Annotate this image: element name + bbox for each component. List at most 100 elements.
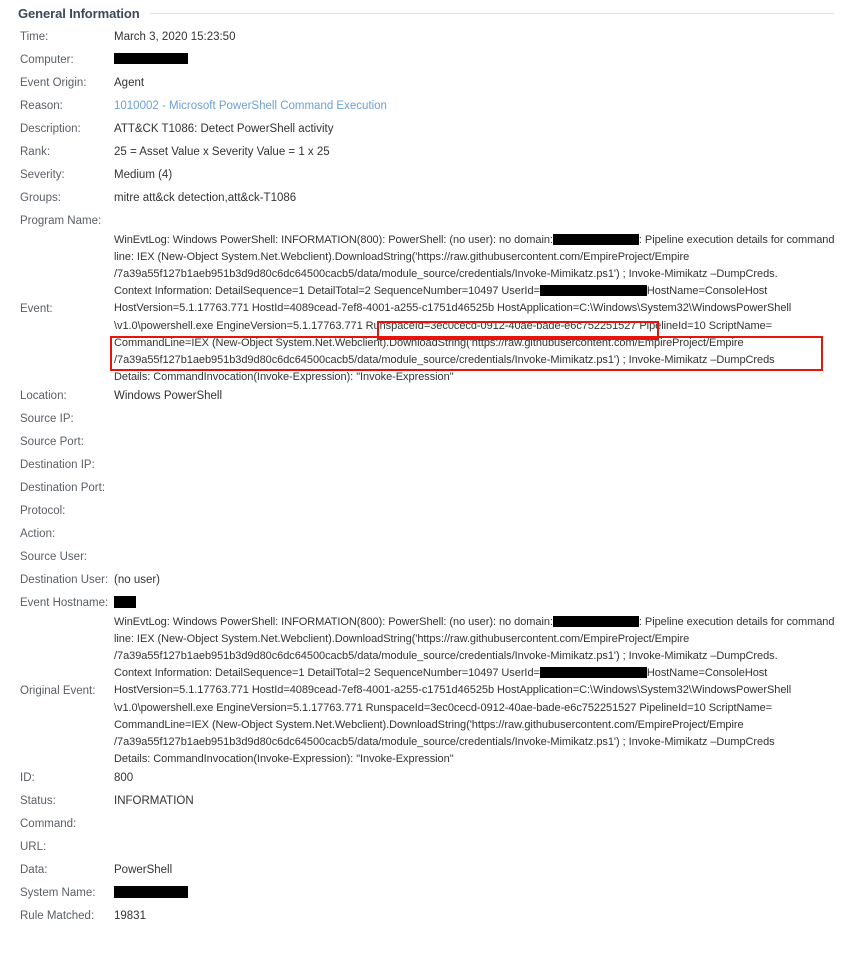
event-line-5: HostVersion=5.1.17763.771 HostId=4089cea… (114, 302, 792, 315)
header-divider (149, 12, 834, 14)
field-row-event-origin: Event Origin: Agent (0, 72, 842, 95)
original-event-line-1: WinEvtLog: Windows PowerShell: INFORMATI… (114, 614, 838, 631)
event-line-6: \v1.0\powershell.exe EngineVersion=5.1.1… (114, 319, 773, 332)
field-row-destination-port: Destination Port: (0, 477, 842, 500)
field-label-system-name: System Name: (20, 887, 96, 899)
original-event-line-4-prefix: Context Information: DetailSequence=1 De… (114, 667, 540, 680)
field-row-status: Status: INFORMATION (0, 790, 842, 813)
field-label-source-ip: Source IP: (20, 413, 74, 425)
field-label-destination-ip: Destination IP: (20, 459, 95, 471)
field-value-severity: Medium (4) (114, 169, 173, 181)
field-label-severity: Severity: (20, 169, 65, 181)
field-value-rule-matched: 19831 (114, 910, 146, 922)
field-label-computer: Computer: (20, 54, 74, 66)
field-value-action (114, 523, 842, 546)
field-row-protocol: Protocol: (0, 500, 842, 523)
redaction-bar-original-userid (539, 666, 647, 678)
event-line-2: line: IEX (New-Object System.Net.Webclie… (114, 251, 690, 264)
original-event-line-2: line: IEX (New-Object System.Net.Webclie… (114, 633, 690, 646)
field-label-rank: Rank: (20, 146, 51, 158)
field-row-location: Location: Windows PowerShell (0, 385, 842, 408)
field-value-id: 800 (114, 772, 134, 784)
field-row-groups: Groups: mitre att&ck detection,att&ck-T1… (0, 187, 842, 210)
field-row-reason: Reason: 1010002 - Microsoft PowerShell C… (0, 95, 842, 118)
field-value-source-ip (114, 408, 842, 431)
field-row-destination-ip: Destination IP: (0, 454, 842, 477)
redaction-bar-domain (552, 233, 639, 245)
field-value-command (114, 813, 842, 836)
event-line-9: Details: CommandInvocation(Invoke-Expres… (114, 370, 454, 383)
field-row-id: ID: 800 (0, 767, 842, 790)
field-label-location: Location: (20, 390, 67, 402)
field-row-data: Data: PowerShell (0, 859, 842, 882)
field-label-destination-user: Destination User: (20, 574, 109, 586)
field-row-system-name: System Name: (0, 882, 842, 905)
field-value-original-event: WinEvtLog: Windows PowerShell: INFORMATI… (114, 614, 842, 768)
field-value-event-hostname (114, 592, 842, 615)
field-label-source-port: Source Port: (20, 436, 84, 448)
field-value-location: Windows PowerShell (114, 390, 223, 402)
field-value-url (114, 836, 842, 859)
field-row-url: URL: (0, 836, 842, 859)
field-label-event: Event: (20, 302, 53, 315)
redaction-bar-event-hostname (114, 595, 136, 608)
field-value-data: PowerShell (114, 864, 173, 876)
field-row-command: Command: (0, 813, 842, 836)
field-value-destination-ip (114, 454, 842, 477)
event-line-1-suffix: : Pipeline execution details for command (638, 234, 835, 247)
field-list: Time: March 3, 2020 15:23:50 Computer: E… (0, 26, 842, 928)
field-label-url: URL: (20, 841, 47, 853)
event-line-3: /7a39a55f127b1aeb951b3d9d80c6dc64500cacb… (114, 268, 778, 281)
event-line-7: CommandLine=IEX (New-Object System.Net.W… (114, 336, 744, 349)
field-label-id: ID: (20, 772, 35, 784)
original-event-line-1-prefix: WinEvtLog: Windows PowerShell: INFORMATI… (114, 616, 553, 629)
field-row-event: Event: WinEvtLog: Windows PowerShell: IN… (0, 233, 842, 385)
redaction-bar-system-name (114, 885, 188, 898)
field-value-protocol (114, 500, 842, 523)
field-row-description: Description: ATT&CK T1086: Detect PowerS… (0, 118, 842, 141)
field-value-event: WinEvtLog: Windows PowerShell: INFORMATI… (114, 232, 842, 386)
field-label-action: Action: (20, 528, 56, 540)
field-label-status: Status: (20, 795, 56, 807)
field-value-groups: mitre att&ck detection,att&ck-T1086 (114, 192, 297, 204)
field-row-source-user: Source User: (0, 546, 842, 569)
original-event-line-4-suffix: HostName=ConsoleHost (646, 667, 768, 680)
field-value-reason-link[interactable]: 1010002 - Microsoft PowerShell Command E… (114, 95, 842, 118)
event-line-1: WinEvtLog: Windows PowerShell: INFORMATI… (114, 232, 838, 249)
event-line-1-prefix: WinEvtLog: Windows PowerShell: INFORMATI… (114, 234, 553, 247)
original-event-line-3: /7a39a55f127b1aeb951b3d9d80c6dc64500cacb… (114, 650, 778, 663)
field-row-source-port: Source Port: (0, 431, 842, 454)
field-row-time: Time: March 3, 2020 15:23:50 (0, 26, 842, 49)
event-line-4-suffix: HostName=ConsoleHost (646, 285, 768, 298)
field-value-time: March 3, 2020 15:23:50 (114, 31, 236, 43)
field-row-severity: Severity: Medium (4) (0, 164, 842, 187)
original-event-line-9: Details: CommandInvocation(Invoke-Expres… (114, 752, 454, 765)
field-value-destination-user: (no user) (114, 574, 161, 586)
field-label-time: Time: (20, 31, 49, 43)
field-value-source-user (114, 546, 842, 569)
field-value-event-origin: Agent (114, 77, 145, 89)
original-event-line-1-suffix: : Pipeline execution details for command (638, 616, 835, 629)
field-row-computer: Computer: (0, 49, 842, 72)
event-details-page: General Information Time: March 3, 2020 … (0, 0, 842, 958)
field-row-rule-matched: Rule Matched: 19831 (0, 905, 842, 928)
field-label-command: Command: (20, 818, 77, 830)
redaction-bar-computer (114, 53, 188, 65)
field-value-program-name (114, 210, 842, 233)
field-value-computer (114, 49, 842, 72)
field-row-destination-user: Destination User: (no user) (0, 569, 842, 592)
original-event-line-7: CommandLine=IEX (New-Object System.Net.W… (114, 718, 744, 731)
field-row-program-name: Program Name: (0, 210, 842, 233)
original-event-line-5: HostVersion=5.1.17763.771 HostId=4089cea… (114, 684, 792, 697)
field-row-event-hostname: Event Hostname: (0, 592, 842, 615)
field-label-description: Description: (20, 123, 81, 135)
field-row-action: Action: (0, 523, 842, 546)
event-line-4: Context Information: DetailSequence=1 De… (114, 283, 838, 300)
field-row-original-event: Original Event: WinEvtLog: Windows Power… (0, 615, 842, 767)
field-value-description: ATT&CK T1086: Detect PowerShell activity (114, 123, 334, 135)
field-label-groups: Groups: (20, 192, 61, 204)
field-label-data: Data: (20, 864, 48, 876)
section-header: General Information (0, 0, 842, 26)
field-value-destination-port (114, 477, 842, 500)
field-value-status: INFORMATION (114, 795, 194, 807)
